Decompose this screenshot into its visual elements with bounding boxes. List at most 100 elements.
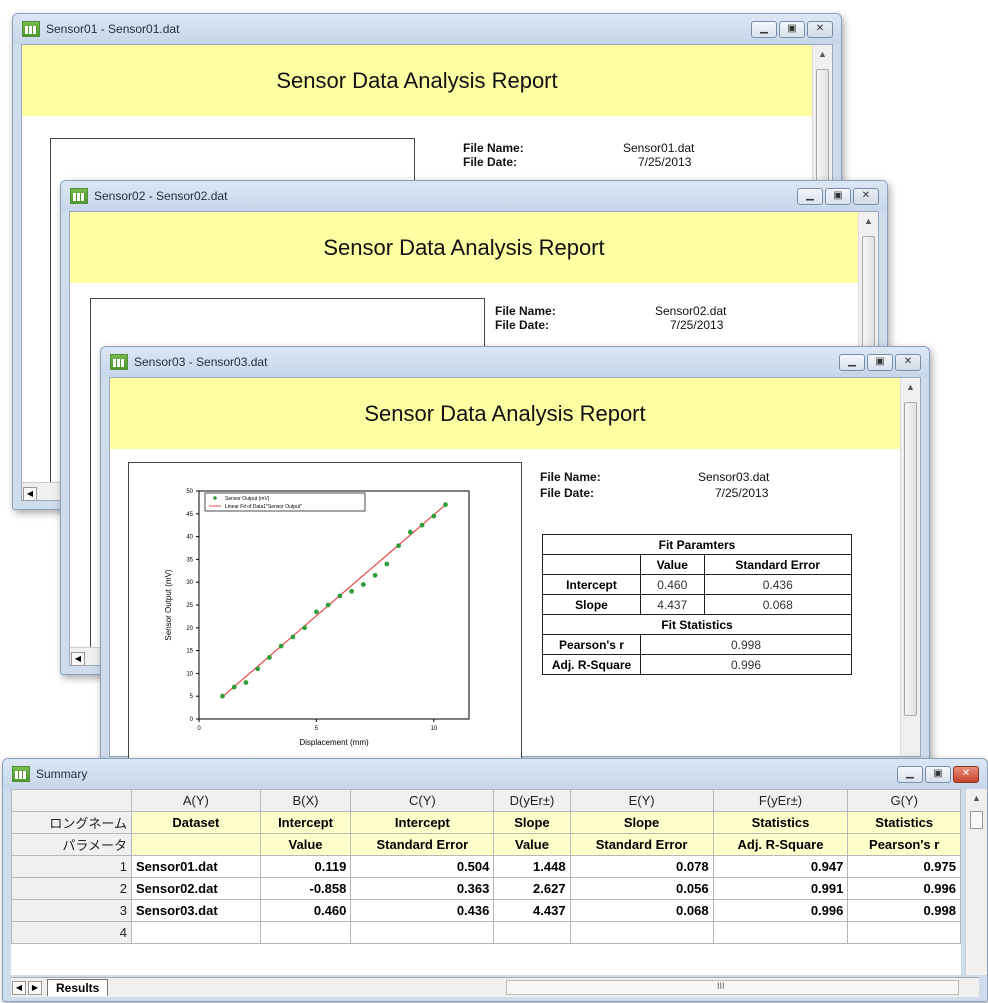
data-cell[interactable]: 0.119 xyxy=(259,855,352,878)
data-cell[interactable] xyxy=(712,921,849,944)
maximize-button[interactable]: ▣ xyxy=(925,766,951,783)
table-row[interactable]: 3 Sensor03.dat 0.460 0.436 4.437 0.068 0.996 0.… xyxy=(11,899,961,922)
title-bar[interactable]: Sensor01 - Sensor01.dat ▁ ▣ ✕ xyxy=(13,14,841,44)
maximize-button[interactable]: ▣ xyxy=(867,354,893,371)
long-name-cell[interactable]: Statistics xyxy=(847,811,961,834)
minimize-button[interactable]: ▁ xyxy=(839,354,865,371)
file-date-value: 7/25/2013 xyxy=(638,155,692,169)
close-button[interactable]: ✕ xyxy=(807,21,833,38)
close-button[interactable]: ✕ xyxy=(895,354,921,371)
data-cell[interactable] xyxy=(493,921,571,944)
close-button[interactable]: ✕ xyxy=(853,188,879,205)
data-cell[interactable]: Sensor03.dat xyxy=(131,899,261,922)
tab-next-icon[interactable]: ▶ xyxy=(28,980,42,995)
param-cell[interactable]: Adj. R-Square xyxy=(712,833,849,856)
data-cell[interactable]: 0.947 xyxy=(712,855,849,878)
column-header[interactable]: C(Y) xyxy=(350,789,495,812)
param-cell[interactable]: Pearson's r xyxy=(847,833,961,856)
param-cell[interactable]: Standard Error xyxy=(569,833,714,856)
maximize-button[interactable]: ▣ xyxy=(779,21,805,38)
data-cell[interactable] xyxy=(259,921,352,944)
data-cell[interactable] xyxy=(847,921,961,944)
scroll-left-icon[interactable]: ◀ xyxy=(23,487,37,501)
scroll-up-icon[interactable]: ▲ xyxy=(901,378,920,396)
row-number[interactable]: 1 xyxy=(11,855,132,878)
vertical-scrollbar[interactable]: ▲ xyxy=(965,789,987,975)
summary-table[interactable]: A(Y) B(X) C(Y) D(yEr±) E(Y) F(yEr±) G(Y) ロングネー… xyxy=(11,789,961,944)
maximize-button[interactable]: ▣ xyxy=(825,188,851,205)
data-cell[interactable]: Sensor01.dat xyxy=(131,855,261,878)
row-number[interactable]: 3 xyxy=(11,899,132,922)
data-cell[interactable]: 0.078 xyxy=(569,855,714,878)
param-row-header[interactable]: パラメータ xyxy=(11,833,132,856)
column-header[interactable]: B(X) xyxy=(259,789,352,812)
data-cell[interactable]: 0.068 xyxy=(569,899,714,922)
title-bar[interactable]: Summary ▁ ▣ ✕ xyxy=(3,759,987,789)
fit-parameters-table: Fit Paramters Value Standard Error Interc… xyxy=(542,534,853,675)
long-name-cell[interactable]: Slope xyxy=(493,811,571,834)
corner-cell[interactable] xyxy=(11,789,132,812)
param-cell[interactable]: Standard Error xyxy=(350,833,495,856)
scroll-up-icon[interactable]: ▲ xyxy=(859,212,878,230)
data-cell[interactable]: 0.998 xyxy=(847,899,961,922)
data-cell[interactable]: 1.448 xyxy=(493,855,571,878)
data-cell[interactable]: -0.858 xyxy=(259,877,352,900)
table-row[interactable]: 4 xyxy=(11,921,961,944)
data-cell[interactable]: 0.056 xyxy=(569,877,714,900)
hscroll-grip[interactable]: III xyxy=(717,981,725,991)
data-cell[interactable] xyxy=(350,921,495,944)
table-row[interactable]: 1 Sensor01.dat 0.119 0.504 1.448 0.078 0.947 0.… xyxy=(11,855,961,878)
scroll-up-icon[interactable]: ▲ xyxy=(966,789,987,807)
scroll-thumb[interactable] xyxy=(904,402,917,716)
file-name-value: Sensor01.dat xyxy=(623,141,695,155)
long-name-cell[interactable]: Statistics xyxy=(712,811,849,834)
adjr-value: 0.996 xyxy=(640,654,852,675)
data-cell[interactable]: 0.991 xyxy=(712,877,849,900)
close-button[interactable]: ✕ xyxy=(953,766,979,783)
data-cell[interactable]: Sensor02.dat xyxy=(131,877,261,900)
vertical-scrollbar[interactable]: ▲ xyxy=(900,378,920,756)
minimize-button[interactable]: ▁ xyxy=(897,766,923,783)
data-cell[interactable]: 0.460 xyxy=(259,899,352,922)
long-name-row-header[interactable]: ロングネーム xyxy=(11,811,132,834)
column-header[interactable]: A(Y) xyxy=(131,789,261,812)
column-header[interactable]: F(yEr±) xyxy=(712,789,849,812)
data-cell[interactable]: 0.975 xyxy=(847,855,961,878)
data-cell[interactable]: 0.504 xyxy=(350,855,495,878)
long-name-cell[interactable]: Slope xyxy=(569,811,714,834)
row-number[interactable]: 2 xyxy=(11,877,132,900)
title-bar[interactable]: Sensor03 - Sensor03.dat ▁ ▣ ✕ xyxy=(101,347,929,377)
data-cell[interactable]: 0.996 xyxy=(712,899,849,922)
data-cell[interactable]: 4.437 xyxy=(493,899,571,922)
data-point xyxy=(337,593,343,599)
sheet-tab-results[interactable]: Results xyxy=(47,979,109,996)
column-header[interactable]: D(yEr±) xyxy=(493,789,571,812)
minimize-button[interactable]: ▁ xyxy=(797,188,823,205)
param-cell[interactable]: Value xyxy=(259,833,352,856)
scroll-up-icon[interactable]: ▲ xyxy=(813,45,832,63)
data-cell[interactable]: 0.436 xyxy=(350,899,495,922)
table-row[interactable]: 2 Sensor02.dat -0.858 0.363 2.627 0.056 0.991 0… xyxy=(11,877,961,900)
long-name-cell[interactable]: Dataset xyxy=(131,811,261,834)
title-bar[interactable]: Sensor02 - Sensor02.dat ▁ ▣ ✕ xyxy=(61,181,887,211)
data-cell[interactable] xyxy=(131,921,261,944)
summary-grid[interactable]: A(Y) B(X) C(Y) D(yEr±) E(Y) F(yEr±) G(Y) ロングネー… xyxy=(11,789,961,975)
column-header[interactable]: E(Y) xyxy=(569,789,714,812)
column-header[interactable]: G(Y) xyxy=(847,789,961,812)
param-cell[interactable] xyxy=(131,833,261,856)
data-cell[interactable]: 2.627 xyxy=(493,877,571,900)
horizontal-scrollbar[interactable]: III xyxy=(506,980,959,995)
long-name-cell[interactable]: Intercept xyxy=(350,811,495,834)
row-number[interactable]: 4 xyxy=(11,921,132,944)
param-cell[interactable]: Value xyxy=(493,833,571,856)
data-cell[interactable]: 0.363 xyxy=(350,877,495,900)
data-cell[interactable] xyxy=(569,921,714,944)
scroll-thumb[interactable] xyxy=(970,811,983,829)
data-cell[interactable]: 0.996 xyxy=(847,877,961,900)
summary-window[interactable]: Summary ▁ ▣ ✕ A(Y) B(X) C(Y) D(yEr±) E(Y) F(y… xyxy=(2,758,988,1002)
minimize-button[interactable]: ▁ xyxy=(751,21,777,38)
report-window-sensor03[interactable]: Sensor03 - Sensor03.dat ▁ ▣ ✕ Sensor Dat… xyxy=(100,346,930,766)
scroll-left-icon[interactable]: ◀ xyxy=(71,652,85,666)
tab-prev-icon[interactable]: ◀ xyxy=(12,980,26,995)
long-name-cell[interactable]: Intercept xyxy=(259,811,352,834)
